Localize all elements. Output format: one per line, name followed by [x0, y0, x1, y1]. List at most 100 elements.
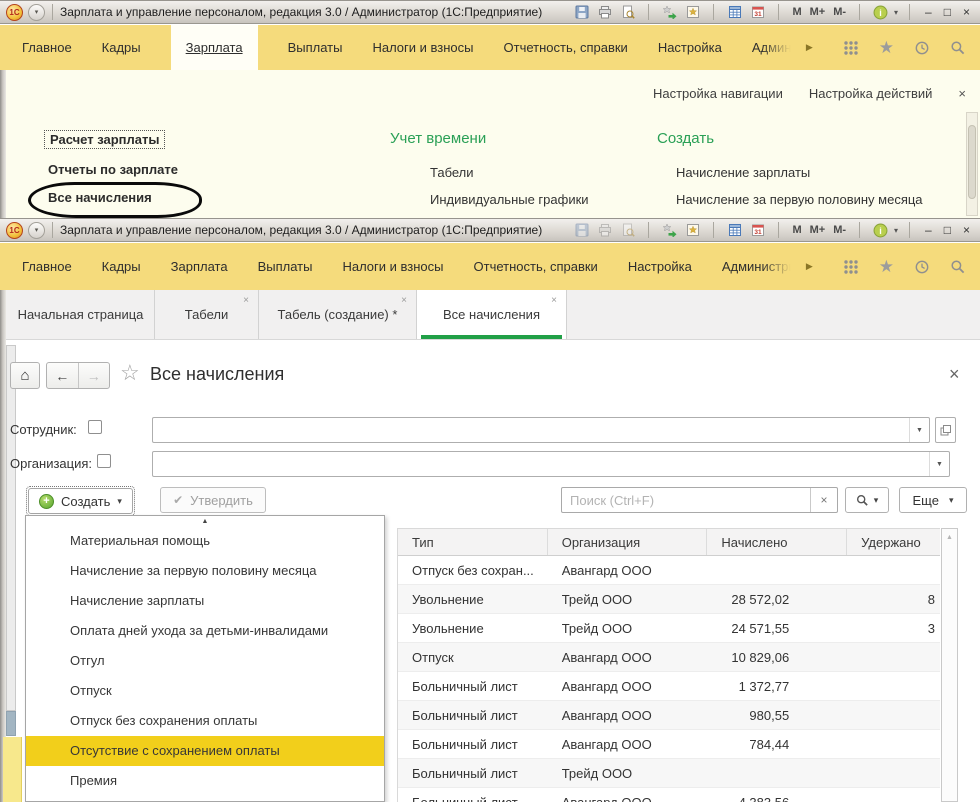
- menu-item-zarplata-active[interactable]: Зарплата: [171, 25, 258, 70]
- info-icon[interactable]: i: [871, 3, 890, 21]
- menu-item-glavnoe[interactable]: Главное: [22, 259, 72, 274]
- main-menu-button[interactable]: ▾: [28, 4, 45, 21]
- table-row[interactable]: Больничный листАвангард ООО784,44: [398, 730, 940, 759]
- history-icon[interactable]: [914, 259, 930, 275]
- menu-item-kadry[interactable]: Кадры: [102, 40, 141, 55]
- tab-tabel-sozdanie[interactable]: Табель (создание) *×: [259, 290, 417, 339]
- memory-m-button[interactable]: M: [790, 6, 803, 18]
- menu-item-otpusk-bez-sohraneniya[interactable]: Отпуск без сохранения оплаты: [26, 706, 384, 736]
- table-row[interactable]: ОтпускАвангард ООО10 829,06: [398, 643, 940, 672]
- menu-overflow-chevron-icon[interactable]: ▶: [806, 42, 813, 53]
- nav-item-nachislenie-zarplaty[interactable]: Начисление зарплаты: [676, 165, 810, 180]
- more-button[interactable]: Еще ▾: [899, 487, 967, 513]
- tab-nachalnaya-stranica[interactable]: Начальная страница: [7, 290, 155, 339]
- menu-scroll-up-icon[interactable]: ▲: [26, 516, 384, 526]
- close-panel-icon[interactable]: ×: [958, 86, 966, 101]
- maximize-button[interactable]: □: [940, 223, 955, 237]
- advanced-search-button[interactable]: ▾: [845, 487, 889, 513]
- menu-item-oplata-dney-uhoda[interactable]: Оплата дней ухода за детьми-инвалидами: [26, 616, 384, 646]
- save-icon[interactable]: [572, 221, 591, 239]
- favorites-star-icon[interactable]: ★: [879, 257, 894, 277]
- column-header-type[interactable]: Тип: [398, 529, 548, 555]
- menu-item-nastroyka[interactable]: Настройка: [658, 40, 722, 55]
- minimize-button[interactable]: –: [921, 5, 936, 19]
- memory-m-minus-button[interactable]: M-: [831, 224, 848, 236]
- menu-item-glavnoe[interactable]: Главное: [22, 40, 72, 55]
- table-row[interactable]: Больничный листАвангард ООО4 383,56: [398, 788, 940, 802]
- menu-item-zarplata[interactable]: Зарплата: [171, 259, 228, 274]
- approve-button-disabled[interactable]: ✔ Утвердить: [160, 487, 266, 513]
- menu-item-otchetnost[interactable]: Отчетность, справки: [474, 259, 598, 274]
- home-button[interactable]: ⌂: [10, 362, 40, 389]
- nav-item-raschet-zarplaty[interactable]: Расчет зарплаты: [44, 130, 165, 149]
- menu-item-nastroyka[interactable]: Настройка: [628, 259, 692, 274]
- nav-item-tabeli[interactable]: Табели: [430, 165, 474, 180]
- search-icon[interactable]: [950, 259, 966, 275]
- back-button[interactable]: ←: [47, 368, 78, 384]
- table-row[interactable]: Больничный листАвангард ООО980,55: [398, 701, 940, 730]
- employee-input[interactable]: ▼: [152, 417, 930, 443]
- table-row[interactable]: Больничный листТрейд ООО: [398, 759, 940, 788]
- go-to-link-icon[interactable]: [660, 221, 679, 239]
- forward-button[interactable]: →: [79, 368, 110, 384]
- column-header-organization[interactable]: Организация: [548, 529, 708, 555]
- scroll-up-icon[interactable]: ▲: [942, 529, 957, 541]
- calendar-icon[interactable]: 31: [748, 221, 767, 239]
- table-row[interactable]: УвольнениеТрейд ООО24 571,553: [398, 614, 940, 643]
- all-functions-grid-icon[interactable]: [843, 259, 859, 275]
- clear-search-icon[interactable]: ×: [810, 488, 837, 512]
- menu-item-nalogi[interactable]: Налоги и взносы: [372, 40, 473, 55]
- memory-m-button[interactable]: M: [790, 224, 803, 236]
- menu-item-nalogi[interactable]: Налоги и взносы: [342, 259, 443, 274]
- organization-input[interactable]: ▼: [152, 451, 950, 477]
- history-icon[interactable]: [914, 40, 930, 56]
- save-icon[interactable]: [572, 3, 591, 21]
- search-icon[interactable]: [950, 40, 966, 56]
- add-to-favorites-star-icon[interactable]: ☆: [120, 360, 140, 386]
- memory-m-minus-button[interactable]: M-: [831, 6, 848, 18]
- go-to-link-icon[interactable]: [660, 3, 679, 21]
- maximize-button[interactable]: □: [940, 5, 955, 19]
- menu-item-nachislenie-zarplaty[interactable]: Начисление зарплаты: [26, 586, 384, 616]
- employee-checkbox[interactable]: [88, 420, 102, 434]
- table-row[interactable]: Отпуск без сохран...Авангард ООО: [398, 556, 940, 585]
- close-window-button[interactable]: ×: [959, 5, 974, 19]
- left-scrollbar-thumb[interactable]: [6, 711, 16, 736]
- column-header-accrued[interactable]: Начислено: [707, 529, 847, 555]
- nav-item-otchety-po-zarplate[interactable]: Отчеты по зарплате: [48, 162, 178, 177]
- menu-overflow-chevron-icon[interactable]: ▶: [806, 261, 813, 272]
- menu-item-administrirovanie[interactable]: Администриров: [722, 259, 794, 274]
- minimize-button[interactable]: –: [921, 223, 936, 237]
- scrollbar-thumb[interactable]: [968, 125, 976, 199]
- favorites-star-icon[interactable]: ★: [879, 38, 894, 58]
- menu-item-vyplaty[interactable]: Выплаты: [288, 40, 343, 55]
- print-icon[interactable]: [595, 221, 614, 239]
- close-tab-icon[interactable]: ×: [551, 295, 557, 306]
- menu-item-otchetnost[interactable]: Отчетность, справки: [504, 40, 628, 55]
- table-scrollbar[interactable]: ▲: [941, 528, 958, 802]
- column-header-withheld[interactable]: Удержано: [847, 529, 940, 555]
- print-icon[interactable]: [595, 3, 614, 21]
- menu-item-otgul[interactable]: Отгул: [26, 646, 384, 676]
- nav-settings-link[interactable]: Настройка навигации: [653, 86, 783, 101]
- memory-m-plus-button[interactable]: M+: [808, 224, 828, 236]
- tab-vse-nachisleniya-active[interactable]: Все начисления×: [417, 290, 567, 339]
- print-preview-icon[interactable]: [618, 3, 637, 21]
- organization-checkbox[interactable]: [97, 454, 111, 468]
- caret-down-icon[interactable]: ▾: [117, 496, 122, 507]
- left-scrollbar-track[interactable]: [6, 345, 16, 711]
- memory-m-plus-button[interactable]: M+: [808, 6, 828, 18]
- menu-item-kadry[interactable]: Кадры: [102, 259, 141, 274]
- menu-item-administrirovanie[interactable]: Администриров: [752, 40, 794, 55]
- table-row[interactable]: Больничный листАвангард ООО1 372,77: [398, 672, 940, 701]
- close-tab-icon[interactable]: ×: [243, 295, 249, 306]
- calendar-icon[interactable]: 31: [748, 3, 767, 21]
- menu-item-nachislenie-za-pervuyu-polovinu[interactable]: Начисление за первую половину месяца: [26, 556, 384, 586]
- nav-item-nachislenie-za-pervuyu-polovinu[interactable]: Начисление за первую половину месяца: [676, 192, 923, 207]
- menu-item-premiya[interactable]: Премия: [26, 766, 384, 796]
- menu-item-vyplaty[interactable]: Выплаты: [258, 259, 313, 274]
- main-menu-button[interactable]: ▾: [28, 222, 45, 239]
- menu-item-otpusk[interactable]: Отпуск: [26, 676, 384, 706]
- close-form-icon[interactable]: ×: [949, 364, 960, 385]
- combo-caret-icon[interactable]: ▼: [909, 418, 929, 442]
